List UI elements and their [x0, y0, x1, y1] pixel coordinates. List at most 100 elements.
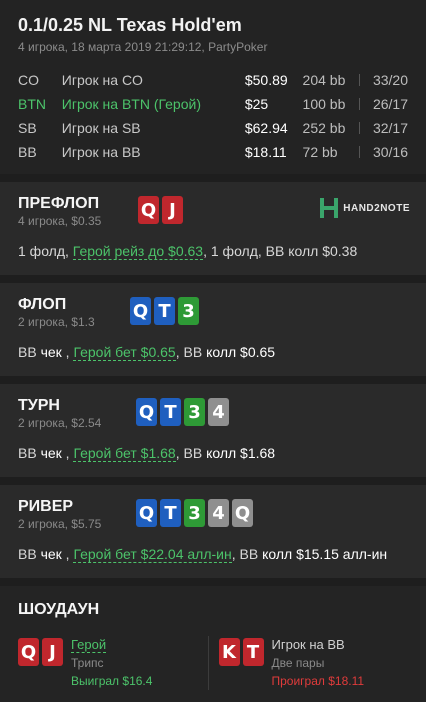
card: Q	[136, 499, 157, 527]
action-text: колл $0.65	[206, 344, 276, 360]
action-text: чек	[40, 344, 62, 360]
street-name: ФЛОП	[18, 296, 67, 313]
villain-info: Игрок на ВВ Две пары Проиграл $18.11	[272, 636, 365, 690]
card: 4	[208, 398, 229, 426]
street-actions: ВВ чек , Герой бет $1.68, ВВ колл $1.68	[18, 441, 408, 465]
action-text: 1 фолд,	[18, 243, 73, 259]
player-bb: 204 bb	[303, 68, 369, 92]
hero-action[interactable]: Герой бет $1.68	[73, 445, 176, 462]
action-text: ,	[61, 546, 74, 562]
turn-section: ТУРН 2 игрока, $2.54 Q T 3 4 ВВ чек , Ге…	[0, 384, 426, 477]
board-cards: Q T 3 4 Q	[136, 499, 253, 527]
player-name[interactable]: Игрок на CO	[62, 68, 245, 92]
board-cards: Q T 3 4	[136, 398, 229, 426]
player-row: CO Игрок на CO $50.89 204 bb 33/20	[18, 68, 408, 92]
hand-header: 0.1/0.25 NL Texas Hold'em 4 игрока, 18 м…	[0, 0, 426, 174]
street-name: ПРЕФЛОП	[18, 195, 100, 212]
action-text: , 1 фолд, ВВ колл $0.38	[203, 243, 358, 259]
street-header: ТУРН 2 игрока, $2.54 Q T 3 4	[18, 396, 408, 431]
hero-action[interactable]: Герой рейз до $0.63	[72, 243, 204, 260]
action-text: ВВ	[18, 546, 41, 562]
street-header: ФЛОП 2 игрока, $1.3 Q T 3	[18, 295, 408, 330]
street-name: РИВЕР	[18, 498, 74, 515]
player-row: BTN Игрок на BTN (Герой) $25 100 bb 26/1…	[18, 92, 408, 116]
player-row: BB Игрок на BB $18.11 72 bb 30/16	[18, 140, 408, 164]
action-text: колл $15.15 алл-ин	[262, 546, 388, 562]
hero-info: Герой Трипс Выиграл $16.4	[71, 636, 152, 690]
showdown-results: Q J Герой Трипс Выиграл $16.4 K T Игрок …	[18, 636, 408, 690]
card: T	[160, 398, 181, 426]
street-actions: ВВ чек , Герой бет $22.04 алл-ин, ВВ кол…	[18, 542, 408, 566]
player-bb: 72 bb	[303, 140, 369, 164]
hero-winnings: Выиграл $16.4	[71, 674, 153, 688]
card: Q	[130, 297, 151, 325]
action-text: , ВВ	[231, 546, 263, 562]
card: J	[162, 196, 183, 224]
player-bb: 100 bb	[303, 92, 369, 116]
action-text: колл $1.68	[206, 445, 276, 461]
river-section: РИВЕР 2 игрока, $5.75 Q T 3 4 Q ВВ чек ,…	[0, 485, 426, 578]
action-text: , ВВ	[175, 344, 207, 360]
player-stats: 32/17	[372, 120, 408, 136]
showdown-section: ШОУДАУН Q J Герой Трипс Выиграл $16.4 K …	[0, 586, 426, 702]
hand2note-icon	[320, 198, 339, 218]
card: K	[218, 638, 240, 666]
card: Q	[232, 499, 253, 527]
villain-showdown-cards: K T	[218, 638, 264, 690]
player-stats: 26/17	[372, 96, 408, 112]
card: J	[42, 638, 63, 666]
hero-action[interactable]: Герой бет $22.04 алл-ин	[73, 546, 232, 563]
street-actions: 1 фолд, Герой рейз до $0.63, 1 фолд, ВВ …	[18, 239, 408, 263]
hand-subtitle: 4 игрока, 18 марта 2019 21:29:12, PartyP…	[18, 40, 268, 54]
board-cards: Q T 3	[130, 297, 199, 325]
player-stack: $25	[244, 96, 269, 112]
game-title: 0.1/0.25 NL Texas Hold'em	[18, 15, 242, 35]
street-title-block: ПРЕФЛОП 4 игрока, $0.35	[18, 194, 130, 229]
hero-name[interactable]: Герой	[71, 637, 107, 653]
villain-hand: Две пары	[271, 656, 325, 670]
villain-result: K T Игрок на ВВ Две пары Проиграл $18.11	[207, 636, 409, 690]
card: Q	[136, 398, 157, 426]
action-text: , ВВ	[175, 445, 207, 461]
player-stats: 30/16	[372, 144, 408, 160]
street-pot: 2 игрока, $1.3	[18, 315, 95, 329]
hero-action[interactable]: Герой бет $0.65	[73, 344, 176, 361]
card: 3	[184, 398, 205, 426]
action-text: чек	[40, 445, 62, 461]
action-text: ВВ	[18, 344, 41, 360]
card: 3	[178, 297, 199, 325]
player-stats: 33/20	[372, 72, 408, 88]
card: Q	[18, 638, 39, 666]
hand2note-logo: HAND2NOTE	[320, 198, 410, 218]
street-pot: 4 игрока, $0.35	[18, 214, 102, 228]
player-bb: 252 bb	[303, 116, 369, 140]
street-title-block: РИВЕР 2 игрока, $5.75	[18, 497, 130, 532]
street-pot: 2 игрока, $5.75	[18, 517, 102, 531]
card: T	[242, 638, 264, 666]
player-stack: $18.11	[244, 144, 287, 160]
showdown-title: ШОУДАУН	[18, 601, 100, 618]
street-title-block: ТУРН 2 игрока, $2.54	[18, 396, 130, 431]
card: Q	[138, 196, 159, 224]
player-position: SB	[18, 120, 37, 136]
logo-text: HAND2NOTE	[343, 202, 410, 214]
flop-section: ФЛОП 2 игрока, $1.3 Q T 3 ВВ чек , Герой…	[0, 283, 426, 376]
hero-cards: Q J	[138, 196, 183, 224]
action-text: ,	[61, 445, 74, 461]
players-table: CO Игрок на CO $50.89 204 bb 33/20 BTN И…	[18, 68, 408, 164]
player-name[interactable]: Игрок на SB	[62, 116, 245, 140]
street-title-block: ФЛОП 2 игрока, $1.3	[18, 295, 130, 330]
player-name[interactable]: Игрок на BB	[62, 140, 245, 164]
street-actions: ВВ чек , Герой бет $0.65, ВВ колл $0.65	[18, 340, 408, 364]
action-text: ,	[61, 344, 74, 360]
player-name[interactable]: Игрок на BTN (Герой)	[62, 92, 245, 116]
hero-hand: Трипс	[71, 656, 104, 670]
card: 3	[184, 499, 205, 527]
player-position: BB	[18, 144, 37, 160]
card: 4	[208, 499, 229, 527]
action-text: чек	[40, 546, 62, 562]
street-name: ТУРН	[18, 397, 60, 414]
street-header: РИВЕР 2 игрока, $5.75 Q T 3 4 Q	[18, 497, 408, 532]
player-stack: $62.94	[244, 120, 288, 136]
villain-name[interactable]: Игрок на ВВ	[272, 636, 365, 654]
